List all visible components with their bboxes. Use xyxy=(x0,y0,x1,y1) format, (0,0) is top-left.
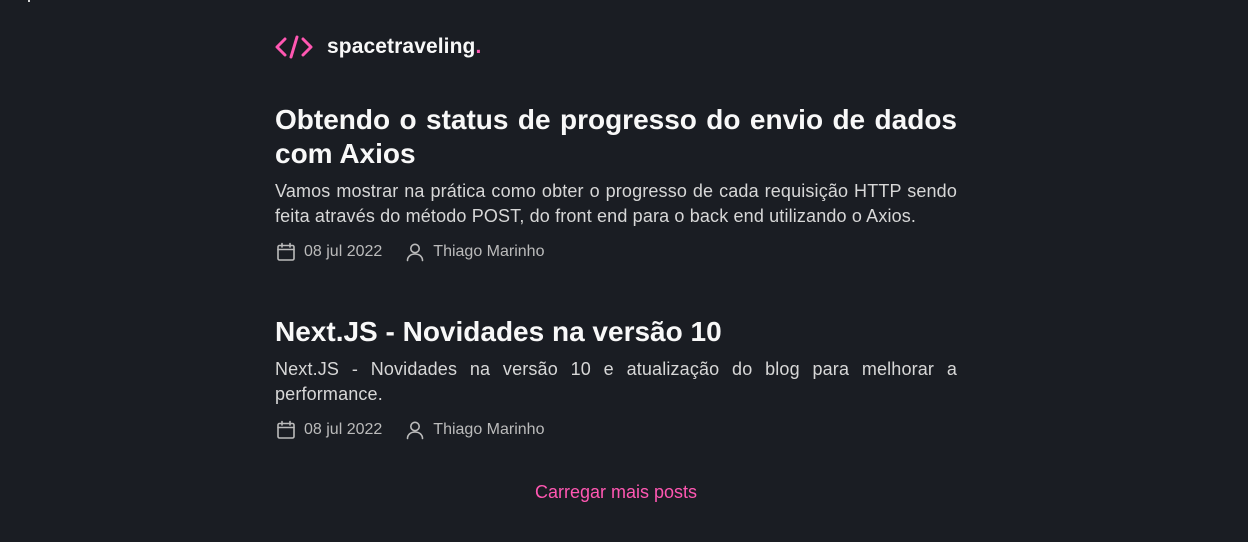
post-date: 08 jul 2022 xyxy=(275,419,382,441)
post-item[interactable]: Obtendo o status de progresso do envio d… xyxy=(275,103,957,265)
user-icon xyxy=(404,419,426,441)
post-date-text: 08 jul 2022 xyxy=(304,243,383,260)
post-subtitle: Vamos mostrar na prática como obter o pr… xyxy=(275,181,957,226)
calendar-icon xyxy=(275,419,297,441)
post-date: 08 jul 2022 xyxy=(275,241,382,263)
post-item[interactable]: Next.JS - Novidades na versão 10 Next.JS… xyxy=(275,315,957,443)
brand-name: spacetraveling xyxy=(327,35,476,58)
post-author-text: Thiago Marinho xyxy=(433,421,545,438)
code-brackets-icon[interactable] xyxy=(275,35,313,59)
main-container: spacetraveling. Obtendo o status de prog… xyxy=(275,0,957,502)
post-date-text: 08 jul 2022 xyxy=(304,421,383,438)
post-title[interactable]: Obtendo o status de progresso do envio d… xyxy=(275,103,957,171)
post-author: Thiago Marinho xyxy=(404,241,544,263)
post-meta: 08 jul 2022 Thiago Marinho xyxy=(275,239,957,265)
load-more-button[interactable]: Carregar mais posts xyxy=(529,480,703,504)
post-subtitle: Next.JS - Novidades na versão 10 e atual… xyxy=(275,359,957,404)
post-author-text: Thiago Marinho xyxy=(433,243,545,260)
post-author: Thiago Marinho xyxy=(404,419,544,441)
user-icon xyxy=(404,241,426,263)
site-header: spacetraveling. xyxy=(275,24,957,70)
brand-dot: . xyxy=(475,35,482,58)
site-logo-text[interactable]: spacetraveling. xyxy=(327,35,481,59)
corner-dot xyxy=(28,0,30,2)
calendar-icon xyxy=(275,241,297,263)
post-title[interactable]: Next.JS - Novidades na versão 10 xyxy=(275,315,957,349)
load-more-container: Carregar mais posts xyxy=(275,480,957,504)
post-meta: 08 jul 2022 Thiago Marinho xyxy=(275,417,957,443)
